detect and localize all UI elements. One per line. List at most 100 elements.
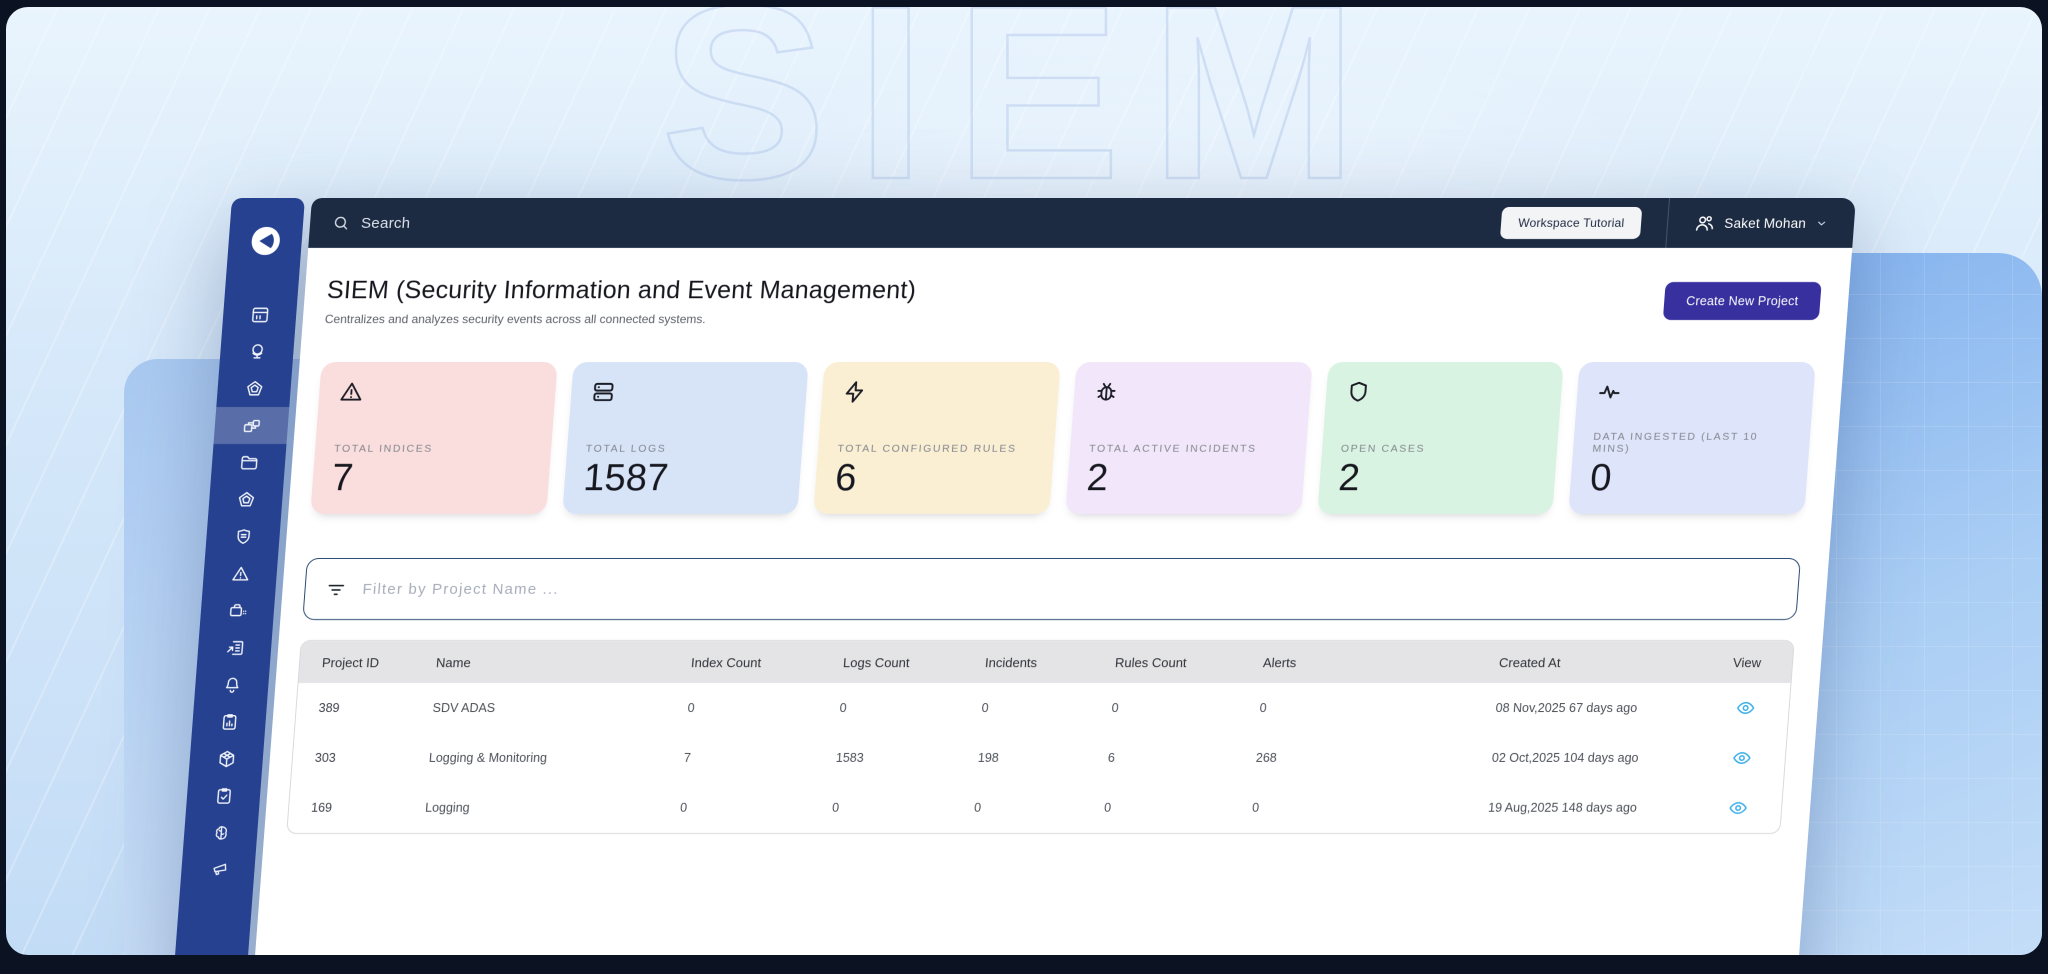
stat-label: TOTAL INDICES [334,443,533,455]
cell-rules-count: 0 [1107,701,1256,715]
chevron-down-icon [1815,217,1829,230]
column-header-project-id: Project ID [300,655,433,670]
globe-icon [246,342,268,362]
stat-cards: TOTAL INDICES 7 TOTAL LOGS 1587 TOTAL CO… [310,362,1815,514]
sidebar-item-tasks[interactable] [186,777,262,814]
shield-icon [1344,379,1372,405]
clipboard-check-icon [213,786,235,806]
stat-label: TOTAL ACTIVE INCIDENTS [1089,443,1288,455]
main-panel: Workspace Tutorial Saket Mohan SIEM (Sec… [244,198,1856,955]
sidebar-item-globe[interactable] [219,333,295,370]
sidebar-item-alerts[interactable] [202,555,278,592]
page-title: SIEM (Security Information and Event Man… [326,276,917,305]
workspace-tutorial-button[interactable]: Workspace Tutorial [1500,207,1642,239]
sidebar-item-ai-brain[interactable] [183,814,259,851]
cell-incidents: 0 [970,801,1101,815]
dashboard-icon [249,305,271,325]
stat-card: TOTAL INDICES 7 [310,362,557,514]
zap-icon [841,379,869,405]
background-scene: SIEM Workspace Tutorial [6,7,2042,955]
cell-incidents: 0 [977,701,1108,715]
cell-alerts: 268 [1251,751,1488,765]
cell-rules-count: 0 [1100,801,1249,815]
stat-card: TOTAL LOGS 1587 [562,362,809,514]
cell-created-at: 08 Nov,2025 67 days ago [1491,701,1699,715]
stat-value: 6 [834,459,1035,497]
shield-lines-icon [232,527,254,547]
project-filter[interactable] [302,558,1801,620]
cell-index-count: 0 [683,701,836,715]
project-filter-input[interactable] [362,581,1778,598]
stat-card: DATA INGESTED (LAST 10 MINS) 0 [1569,362,1816,514]
stat-value: 7 [331,459,532,497]
app-logo-icon [247,224,284,258]
cell-view [1690,796,1782,820]
view-project-button[interactable] [1733,696,1759,720]
column-header-name: Name [432,655,688,670]
cell-name: SDV ADAS [428,701,684,715]
sidebar-item-integrations[interactable] [214,407,290,444]
sidebar-item-announcements[interactable] [180,851,256,888]
table-header-row: Project IDNameIndex CountLogs CountIncid… [299,641,1794,683]
clipboard-chart-icon [218,712,240,732]
sidebar-item-reports[interactable] [197,629,273,666]
topbar-right: Workspace Tutorial Saket Mohan [1499,198,1856,248]
search-input[interactable] [360,215,781,232]
sidebar-item-clipboard-stats[interactable] [191,703,267,740]
hex-globe-icon [216,749,238,769]
cell-logs-count: 0 [828,801,971,815]
cell-project-id: 389 [296,701,429,715]
folder-icon [238,453,260,473]
brain-icon [210,823,232,843]
cell-project-id: 169 [289,801,422,815]
eye-icon [1731,748,1753,768]
column-header-incidents: Incidents [981,655,1112,670]
sidebar-item-toolbox[interactable] [200,592,276,629]
server-stack-icon [589,379,617,405]
sidebar-item-notifications[interactable] [194,666,270,703]
cell-created-at: 02 Oct,2025 104 days ago [1487,751,1695,765]
cell-logs-count: 1583 [831,751,974,765]
megaphone-icon [207,860,229,880]
view-project-button[interactable] [1725,796,1751,820]
table-row: 169 Logging 0 0 0 0 0 19 Aug,2025 148 da… [287,783,1783,833]
table-row: 303 Logging & Monitoring 7 1583 198 6 26… [291,733,1787,783]
sidebar-item-network[interactable] [188,740,264,777]
page-subtitle: Centralizes and analyzes security events… [324,312,914,326]
sidebar-item-pentagon[interactable] [216,370,292,407]
cell-view [1698,696,1790,720]
search-icon [331,214,350,232]
pentagon-icon [243,379,265,399]
global-search[interactable] [331,214,1502,232]
content-area: SIEM (Security Information and Event Man… [244,248,1852,955]
stat-label: OPEN CASES [1340,443,1539,455]
sidebar-item-pentagon-2[interactable] [208,481,284,518]
column-header-view: View [1702,655,1793,670]
view-project-button[interactable] [1729,746,1755,770]
bug-icon [1092,379,1120,405]
users-icon [1694,213,1717,234]
cell-name: Logging & Monitoring [424,751,680,765]
filter-icon [325,579,348,600]
sidebar-item-dashboard[interactable] [222,296,298,333]
sidebar-item-shield-badge[interactable] [205,518,281,555]
cell-created-at: 19 Aug,2025 148 days ago [1484,801,1692,815]
cell-rules-count: 6 [1103,751,1252,765]
eye-icon [1727,798,1749,818]
table-row: 389 SDV ADAS 0 0 0 0 0 08 Nov,2025 67 da… [295,683,1791,733]
alert-triangle-icon [230,564,252,584]
sidebar-item-folder[interactable] [211,444,287,481]
integrations-icon [241,416,263,436]
user-name: Saket Mohan [1724,216,1807,231]
create-new-project-button[interactable]: Create New Project [1663,282,1822,320]
cell-name: Logging [421,801,677,815]
topbar: Workspace Tutorial Saket Mohan [308,198,1856,248]
cell-alerts: 0 [1248,801,1485,815]
column-header-index-count: Index Count [687,655,840,670]
pentagon-icon [235,490,257,510]
stat-label: DATA INGESTED (LAST 10 MINS) [1592,431,1791,455]
stat-value: 2 [1086,459,1287,497]
stat-card: TOTAL ACTIVE INCIDENTS 2 [1065,362,1312,514]
cell-index-count: 0 [676,801,829,815]
user-menu[interactable]: Saket Mohan [1666,198,1856,248]
